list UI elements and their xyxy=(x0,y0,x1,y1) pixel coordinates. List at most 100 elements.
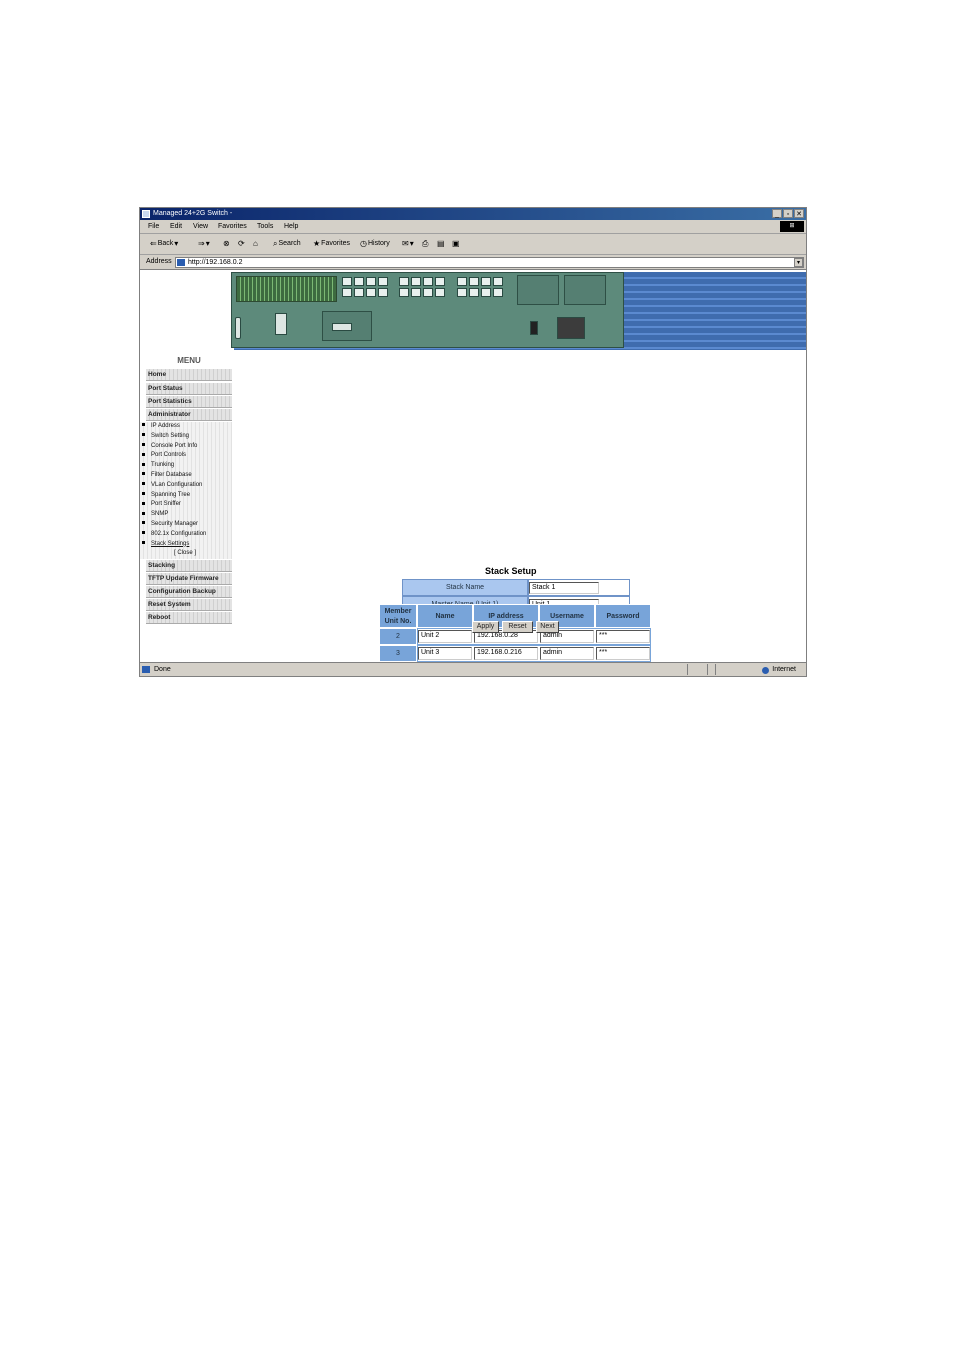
port-group-3b xyxy=(457,288,503,297)
sidebar-subitem-vlan-configuration[interactable]: VLan Configuration xyxy=(140,480,232,491)
address-dropdown-icon[interactable]: ▾ xyxy=(794,258,803,267)
refresh-icon: ⟳ xyxy=(238,239,245,248)
bullet-icon xyxy=(142,482,145,486)
port-icon xyxy=(354,288,364,297)
sidebar-subitem-ip-address[interactable]: IP Address xyxy=(140,422,232,432)
column-header-member-unit-no: Member Unit No. xyxy=(379,604,417,628)
back-button[interactable]: ⇐ Back ▾ xyxy=(150,239,178,249)
reset-button[interactable]: Reset xyxy=(502,621,533,633)
maximize-button[interactable]: ▫ xyxy=(783,209,793,218)
member-ip-input[interactable]: 192.168.0.216 xyxy=(474,647,538,660)
port-icon xyxy=(399,288,409,297)
status-text: Done xyxy=(154,666,171,673)
stack-name-input[interactable]: Stack 1 xyxy=(529,582,599,594)
browser-window: Managed 24+2G Switch - _ ▫ ✕ File Edit V… xyxy=(139,207,807,677)
mail-button[interactable]: ✉ ▾ xyxy=(402,239,414,249)
history-icon: ◷ xyxy=(360,239,367,248)
member-name-input[interactable]: Unit 3 xyxy=(418,647,472,660)
sidebar-subitem-8021x-configuration[interactable]: 802.1x Configuration xyxy=(140,529,232,540)
bullet-icon xyxy=(142,521,145,525)
member-username-input[interactable]: admin xyxy=(540,647,594,660)
gigabit-slot-1 xyxy=(517,275,559,305)
history-button[interactable]: ◷ History xyxy=(360,239,390,249)
port-icon xyxy=(469,277,479,286)
security-zone: Internet xyxy=(762,665,796,675)
member-name-input[interactable]: Unit 2 xyxy=(418,630,472,643)
apply-button[interactable]: Apply xyxy=(472,621,499,633)
stack-name-label: Stack Name xyxy=(402,579,528,596)
menu-view[interactable]: View xyxy=(193,222,208,232)
page-content: MENU Home Port Status Port Statistics Ad… xyxy=(140,270,806,676)
sidebar-item-administrator[interactable]: Administrator xyxy=(146,409,232,421)
menu-edit[interactable]: Edit xyxy=(170,222,182,232)
sidebar-subitem-port-sniffer[interactable]: Port Sniffer xyxy=(140,500,232,511)
discuss-icon: ▣ xyxy=(452,239,460,248)
column-header-password: Password xyxy=(595,604,651,628)
menu-help[interactable]: Help xyxy=(284,222,298,232)
page-done-icon xyxy=(142,666,150,673)
sidebar-subitem-security-manager[interactable]: Security Manager xyxy=(140,520,232,530)
title-bar[interactable]: Managed 24+2G Switch - _ ▫ ✕ xyxy=(140,208,806,220)
minimize-button[interactable]: _ xyxy=(772,209,782,218)
bullet-icon xyxy=(142,433,145,437)
forward-button[interactable]: ⇒ ▾ xyxy=(198,239,210,249)
edit-page-button[interactable]: ▤ xyxy=(437,239,445,249)
console-port-icon xyxy=(235,317,241,339)
bullet-icon xyxy=(142,452,145,456)
favorites-button[interactable]: ★ Favorites xyxy=(313,239,350,249)
menu-title: MENU xyxy=(177,356,201,365)
ie-page-icon xyxy=(142,210,150,218)
port-icon xyxy=(435,277,445,286)
edit-icon: ▤ xyxy=(437,239,445,248)
member-password-input[interactable]: *** xyxy=(596,647,650,660)
port-group-2 xyxy=(399,277,445,286)
refresh-button[interactable]: ⟳ xyxy=(238,239,245,249)
gigabit-slot-2 xyxy=(564,275,606,305)
member-password-input[interactable]: *** xyxy=(596,630,650,643)
sidebar-subitem-spanning-tree[interactable]: Spanning Tree xyxy=(140,490,232,501)
power-switch-icon xyxy=(530,321,538,335)
menu-tools[interactable]: Tools xyxy=(257,222,273,232)
sidebar-subitem-trunking[interactable]: Trunking xyxy=(140,461,232,471)
sidebar-item-port-statistics[interactable]: Port Statistics xyxy=(146,396,232,408)
port-icon xyxy=(342,277,352,286)
sidebar-item-tftp-update-firmware[interactable]: TFTP Update Firmware xyxy=(146,573,232,585)
bullet-icon xyxy=(142,423,145,427)
port-icon xyxy=(342,288,352,297)
address-input[interactable]: http://192.168.0.2 xyxy=(175,257,804,268)
sidebar-item-port-status[interactable]: Port Status xyxy=(146,383,232,395)
page-icon xyxy=(177,259,185,266)
sidebar-item-configuration-backup[interactable]: Configuration Backup xyxy=(146,586,232,598)
discuss-button[interactable]: ▣ xyxy=(452,239,460,249)
power-socket-icon xyxy=(557,317,585,339)
print-button[interactable]: ⎙ xyxy=(422,239,428,249)
sidebar-item-home[interactable]: Home xyxy=(146,369,232,381)
bullet-icon xyxy=(142,492,145,496)
sidebar-subitem-console-port-info[interactable]: Console Port Info xyxy=(140,441,232,452)
port-icon xyxy=(411,277,421,286)
port-icon xyxy=(423,277,433,286)
sidebar-subitem-port-controls[interactable]: Port Controls xyxy=(140,451,232,462)
sidebar-subitem-filter-database[interactable]: Filter Database xyxy=(140,471,232,481)
sidebar-item-reset-system[interactable]: Reset System xyxy=(146,599,232,611)
port-icon xyxy=(399,277,409,286)
stop-icon: ⊗ xyxy=(223,239,230,248)
search-button[interactable]: ⌕ Search xyxy=(273,239,301,249)
sidebar-item-stacking[interactable]: Stacking xyxy=(146,560,232,572)
sidebar-subitem-switch-setting[interactable]: Switch Setting xyxy=(140,431,232,442)
dropdown-icon: ▾ xyxy=(409,239,414,248)
sidebar-subitem-stack-settings[interactable]: Stack Settings xyxy=(140,539,232,550)
dropdown-icon: ▾ xyxy=(205,239,210,248)
sidebar-item-reboot[interactable]: Reboot xyxy=(146,612,232,624)
close-button[interactable]: ✕ xyxy=(794,209,804,218)
port-icon xyxy=(354,277,364,286)
menu-file[interactable]: File xyxy=(148,222,159,232)
next-button[interactable]: Next xyxy=(536,621,559,633)
stop-button[interactable]: ⊗ xyxy=(223,239,230,249)
menu-favorites[interactable]: Favorites xyxy=(218,222,247,232)
port-icon xyxy=(469,288,479,297)
address-bar: Address http://192.168.0.2 ▾ xyxy=(140,255,806,270)
sidebar-close-link[interactable]: [ Close ] xyxy=(140,549,232,560)
sidebar-subitem-snmp[interactable]: SNMP xyxy=(140,510,232,520)
home-button[interactable]: ⌂ xyxy=(253,239,258,249)
